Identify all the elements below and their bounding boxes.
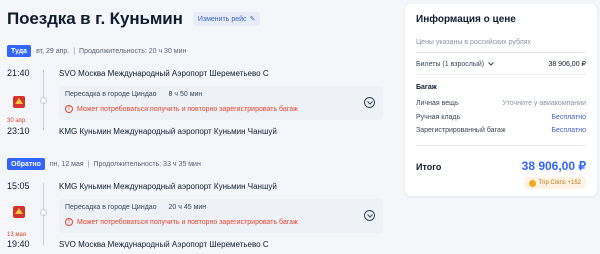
warning-text: Может потребоваться получить и повторно … [77,218,298,226]
outbound-arr-date-note: 30 апр. [7,118,27,124]
inbound-arr-date-note: 13 мая [7,232,27,238]
baggage-value: Бесплатно [551,127,586,134]
warning-text: Может потребоваться получить и повторно … [77,105,298,113]
baggage-label: Зарегистрированный багаж [416,127,506,134]
inbound-arr-time: 19:40 [7,239,30,249]
chevron-down-icon [488,62,494,66]
inbound-dep-airport: KMG Куньмин Международный аэропорт Куньм… [59,182,277,191]
baggage-label: Ручная кладь [416,114,461,121]
chevron-down-icon [367,214,373,218]
expand-chevron-button[interactable] [364,210,375,221]
inbound-header: Обратно пн, 12 мая | Продолжительность: … [7,158,201,170]
baggage-row-carryon: Ручная кладь Бесплатно [416,114,586,121]
price-info-card: Информация о цене Цены указаны в российс… [405,4,597,196]
baggage-row-checked: Зарегистрированный багаж Бесплатно [416,127,586,134]
outbound-badge: Туда [7,45,32,57]
outbound-dep-time: 21:40 [7,68,30,78]
inbound-dep-time: 15:05 [7,181,30,191]
transfer-duration: 20 ч 45 мин [168,204,207,211]
outbound-date: вт, 29 апр. [36,47,70,55]
currency-note: Цены указаны в российских рублях [416,39,532,46]
trip-coins-text: Trip Coins +152 [538,180,581,186]
inbound-transfer-box: Пересадка в городе Циндао 20 ч 45 мин ! … [59,199,383,233]
total-price: 38 906,00 ₽ [521,159,586,173]
warning-icon: ! [65,218,73,226]
airline-logo-icon [13,96,25,108]
itinerary-panel: Поездка в г. Куньмин Изменить рейс ✎ Туд… [0,0,392,254]
baggage-value: Бесплатно [551,114,586,121]
airline-logo-icon [13,206,25,218]
outbound-transfer-box: Пересадка в городе Циндао 8 ч 50 мин ! М… [59,86,383,120]
coin-icon [528,179,536,187]
divider [416,145,586,146]
tickets-value: 38 906,00 ₽ [548,61,586,68]
title-row: Поездка в г. Куньмин Изменить рейс ✎ [7,9,261,29]
pencil-icon: ✎ [249,16,256,23]
expand-chevron-button[interactable] [364,97,375,108]
baggage-label: Личная вещь [416,100,459,107]
inbound-arr-airport: SVO Москва Международный Аэропорт Шереме… [59,240,269,249]
outbound-arr-time: 23:10 [7,126,30,136]
divider [416,52,586,53]
route-dot [40,97,47,104]
tickets-label-wrap: Билеты (1 взрослый) [416,60,494,68]
separator: | [87,160,90,168]
outbound-dep-airport: SVO Москва Международный Аэропорт Шереме… [59,69,269,78]
tickets-label: Билеты (1 взрослый) [416,60,485,68]
change-flight-button[interactable]: Изменить рейс ✎ [192,12,261,26]
transfer-info: Пересадка в городе Циндао 8 ч 50 мин [65,91,202,98]
page-title: Поездка в г. Куньмин [7,9,183,28]
inbound-duration: Продолжительность: 33 ч 35 мин [93,160,201,168]
transfer-city: Пересадка в городе Циндао [65,204,157,211]
inbound-badge: Обратно [7,158,45,170]
trip-coins-badge: Trip Coins +152 [523,177,586,189]
inbound-date: пн, 12 мая [49,160,84,168]
outbound-arr-airport: KMG Куньмин Международный аэропорт Куньм… [59,127,277,136]
chevron-down-icon [367,101,373,105]
total-label: Итого [416,162,442,172]
warning-icon: ! [65,105,73,113]
baggage-value: Уточните у авиакомпании [502,100,586,107]
transfer-warning: ! Может потребоваться получить и повторн… [65,218,298,226]
transfer-city: Пересадка в городе Циндао [65,91,157,98]
tickets-row[interactable]: Билеты (1 взрослый) 38 906,00 ₽ [416,60,586,69]
transfer-duration: 8 ч 50 мин [168,91,203,98]
route-dot [40,209,47,216]
outbound-header: Туда вт, 29 апр. | Продолжительность: 20… [7,45,186,57]
baggage-title: Багаж [416,84,437,91]
price-card-title: Информация о цене [416,14,516,25]
outbound-duration: Продолжительность: 20 ч 30 мин [79,47,187,55]
change-flight-label: Изменить рейс [197,15,247,23]
transfer-info: Пересадка в городе Циндао 20 ч 45 мин [65,204,206,211]
baggage-row-personal: Личная вещь Уточните у авиакомпании [416,100,586,107]
divider [416,74,586,75]
transfer-warning: ! Может потребоваться получить и повторн… [65,105,298,113]
separator: | [73,47,76,55]
